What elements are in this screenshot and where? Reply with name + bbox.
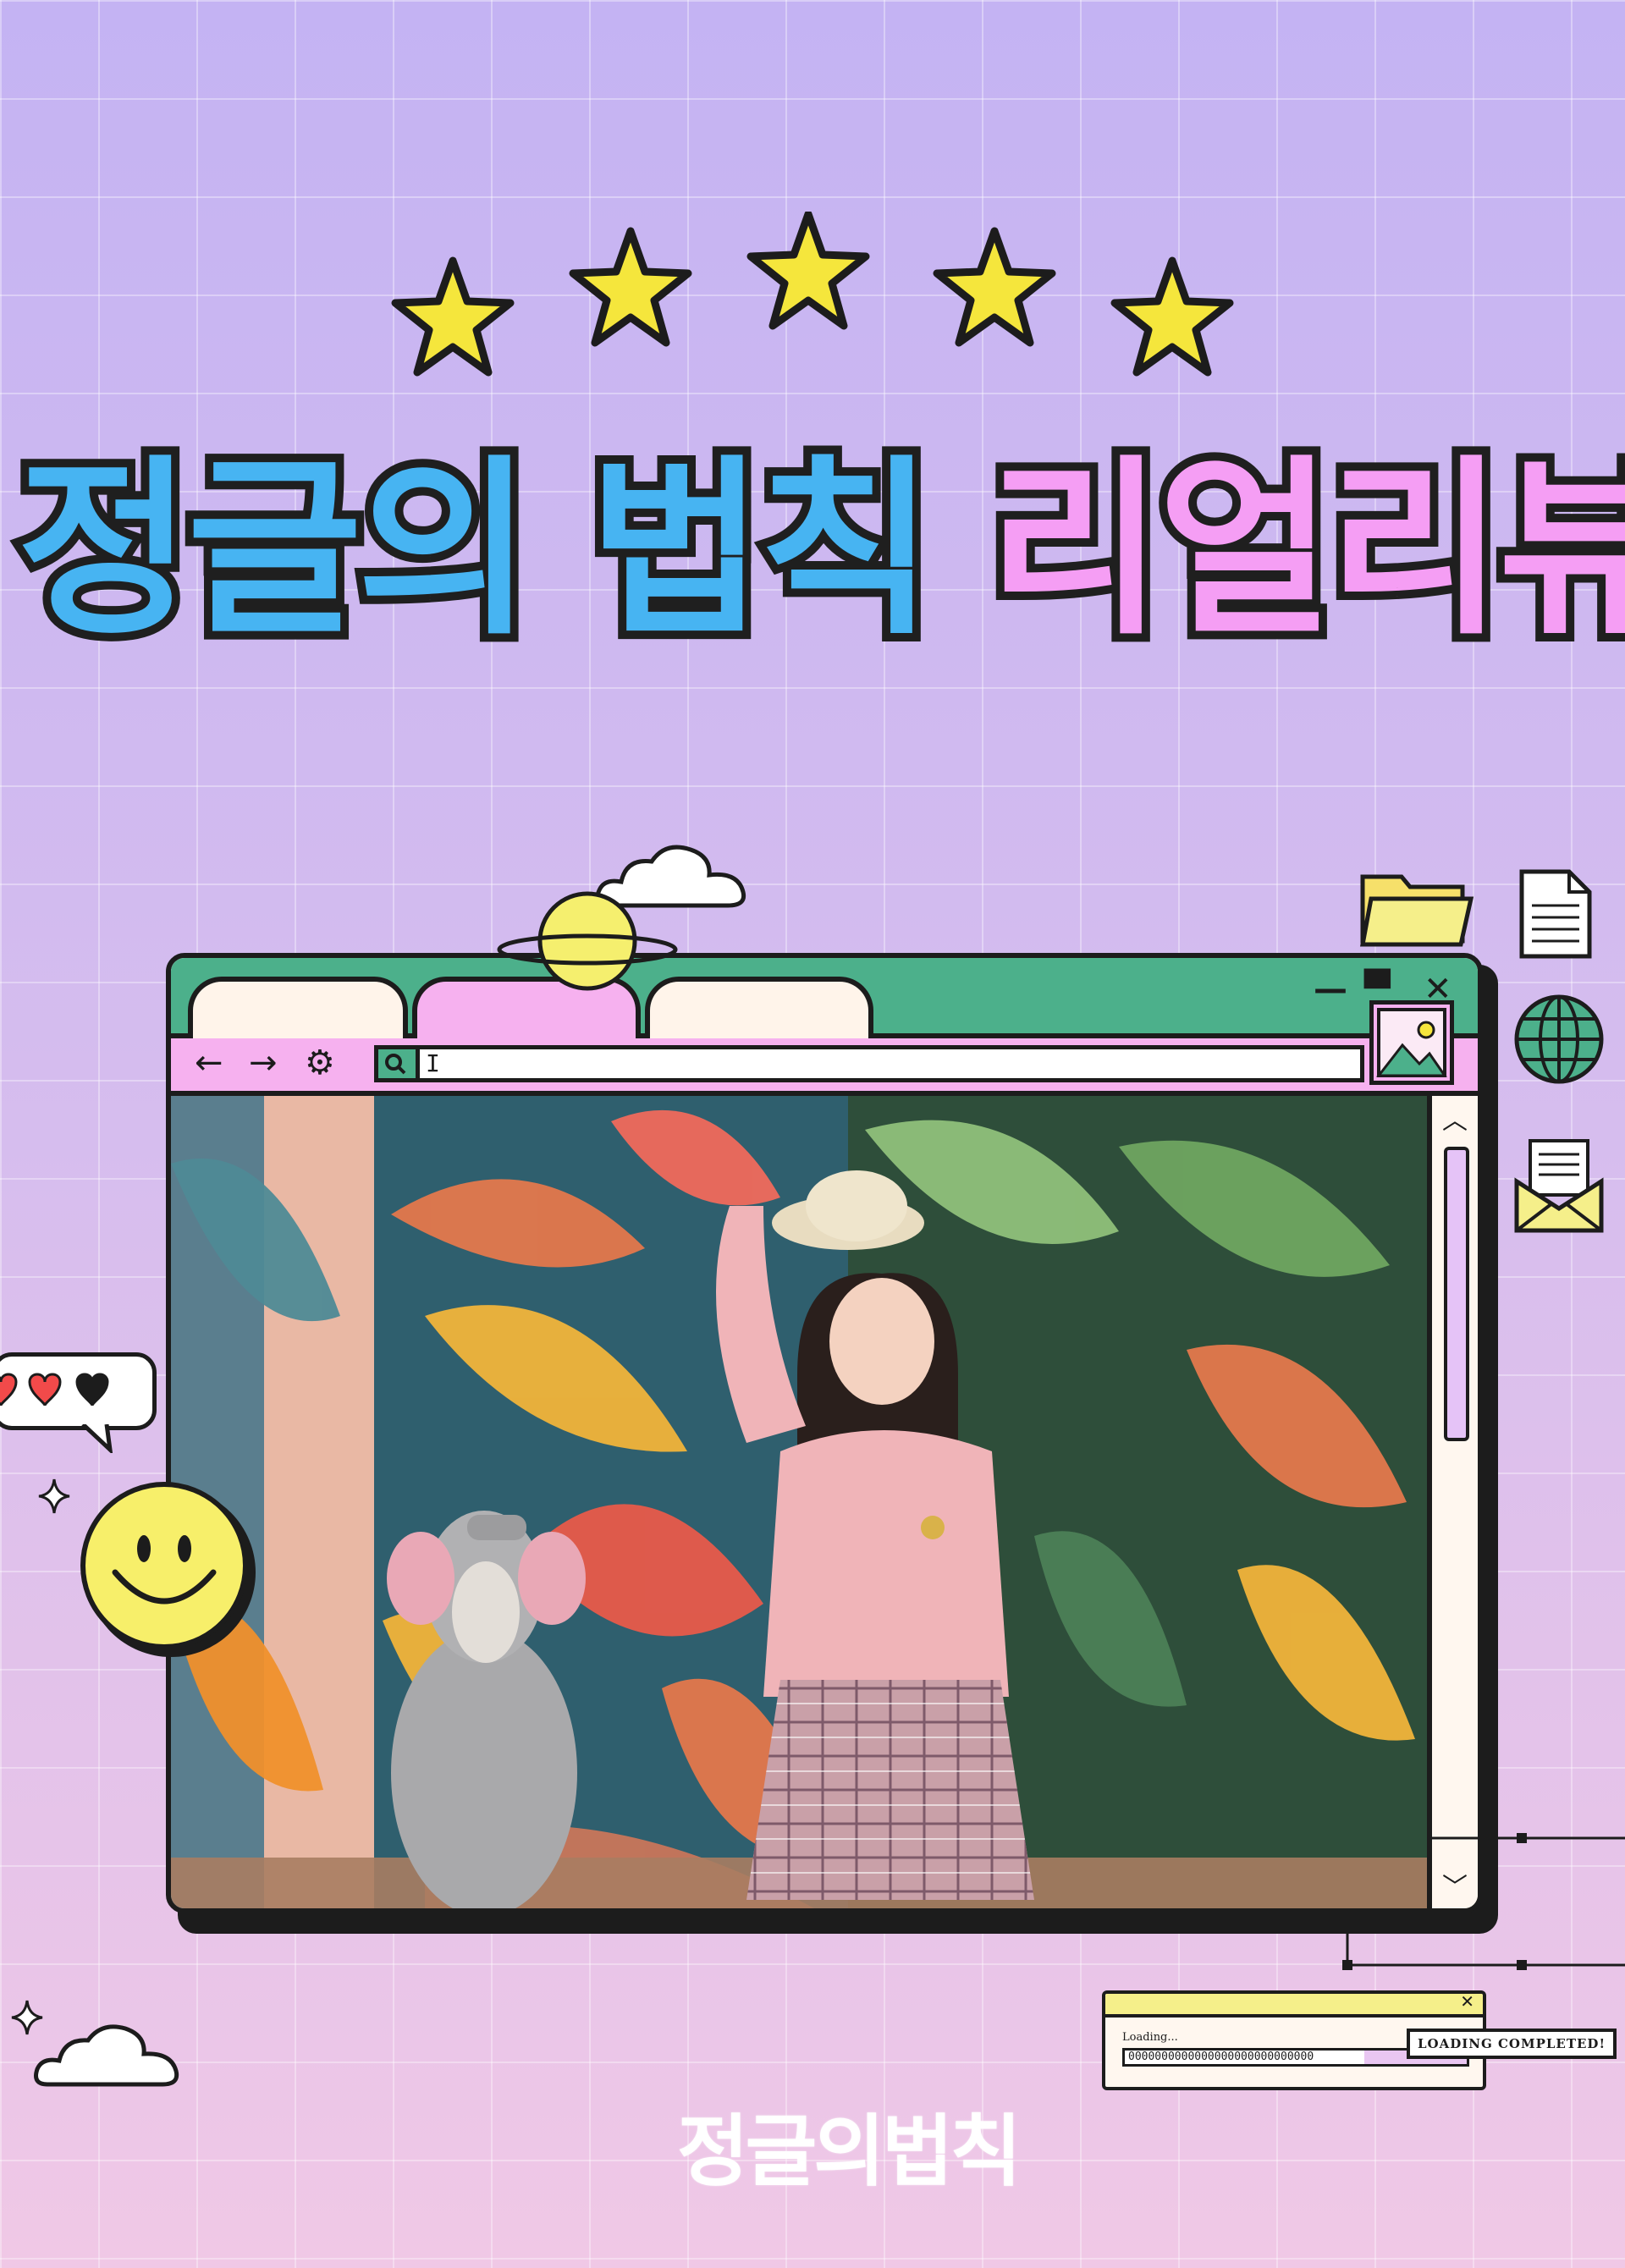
image-icon	[1375, 1008, 1447, 1077]
loading-progress-text: 0000000000000000000000000000	[1128, 2051, 1314, 2063]
envelope-icon	[1514, 1139, 1604, 1233]
back-icon[interactable]: ←	[195, 1043, 223, 1082]
search-button[interactable]	[378, 1049, 420, 1078]
title-show-name: 정글의 법칙	[8, 431, 942, 669]
hearts-group	[0, 1373, 109, 1406]
smiley-icon	[80, 1482, 256, 1657]
loading-dialog-header: ✕	[1105, 1994, 1483, 2018]
browser-window: — ▀ ✕ ← → ⚙ I ︿ ﹀	[166, 953, 1483, 1913]
jungle-stage-photo	[171, 1096, 1427, 1908]
heart-icon	[75, 1373, 109, 1406]
browser-tab[interactable]	[645, 977, 873, 1038]
cloud-icon	[34, 2024, 179, 2087]
star-icon	[1110, 256, 1234, 377]
address-text: I	[426, 1049, 440, 1077]
heart-icon	[28, 1373, 62, 1406]
search-icon	[385, 1054, 406, 1075]
loading-label: Loading...	[1122, 2031, 1178, 2044]
star-icon	[746, 212, 870, 330]
gear-icon[interactable]: ⚙	[305, 1043, 335, 1082]
loading-completed-label: LOADING COMPLETED!	[1407, 2029, 1617, 2059]
poster: 정글의 법칙 리얼리뷰 — ▀ ✕ ← → ⚙ I ︿ ﹀ ✕ Loading.…	[0, 0, 1625, 2268]
minimize-button[interactable]: —	[1314, 970, 1347, 1009]
scrollbar[interactable]: ︿ ﹀	[1432, 1096, 1478, 1908]
document-icon	[1519, 869, 1592, 959]
browser-titlebar: — ▀ ✕	[171, 958, 1478, 1043]
globe-icon	[1514, 994, 1604, 1084]
planet-icon	[497, 891, 678, 991]
folder-icon	[1359, 874, 1474, 947]
connector-lines	[1342, 1833, 1625, 1970]
reaction-bubble	[0, 1352, 157, 1430]
star-icon	[569, 227, 692, 347]
title-real-review: 리얼리뷰	[979, 431, 1625, 669]
star-icon	[933, 227, 1056, 347]
bubble-tail	[81, 1424, 113, 1453]
forward-icon[interactable]: →	[249, 1043, 278, 1082]
browser-toolbar: ← → ⚙ I	[171, 1038, 1478, 1096]
heart-icon	[0, 1373, 18, 1406]
browser-photo	[171, 1096, 1432, 1908]
rating-stars	[391, 212, 1234, 377]
scroll-thumb[interactable]	[1444, 1147, 1469, 1441]
page-title: 정글의 법칙 리얼리뷰	[8, 406, 1625, 694]
scroll-up-button[interactable]: ︿	[1442, 1099, 1468, 1137]
sparkle-icon	[38, 1478, 70, 1514]
sparkle-icon	[11, 2000, 43, 2035]
browser-tab[interactable]	[188, 977, 408, 1038]
image-widget	[1369, 1000, 1454, 1085]
elephant-costume	[387, 1511, 586, 1908]
star-icon	[391, 256, 515, 377]
loading-close-button[interactable]: ✕	[1460, 1994, 1474, 2012]
show-logo: 정글의법칙	[677, 2106, 1022, 2197]
address-input[interactable]: I	[374, 1045, 1364, 1082]
